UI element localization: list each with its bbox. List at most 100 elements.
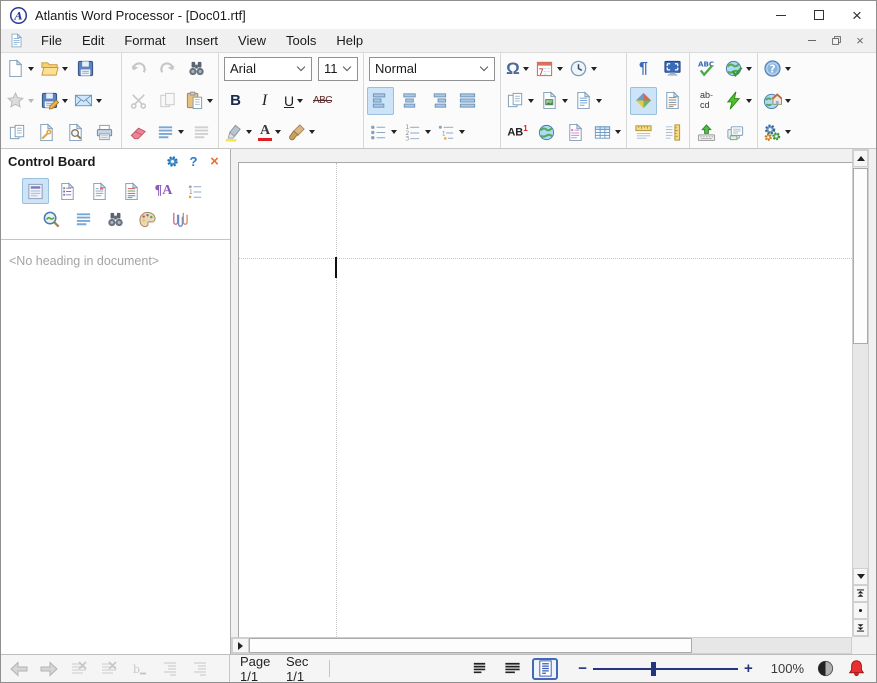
live-spellcheck-button[interactable]	[722, 55, 754, 83]
font-color-button[interactable]: A	[256, 118, 283, 146]
save-as-button[interactable]	[38, 87, 70, 115]
insert-document-button[interactable]	[572, 87, 604, 115]
documents-button[interactable]	[4, 118, 31, 146]
onscreen-keyboard-button[interactable]	[693, 118, 720, 146]
horizontal-scroll-thumb[interactable]	[249, 638, 692, 653]
full-screen-button[interactable]	[659, 55, 686, 83]
highlight-button[interactable]	[222, 118, 254, 146]
insert-file-button[interactable]	[504, 87, 536, 115]
print-preview-button[interactable]	[62, 118, 89, 146]
color-codes-button[interactable]	[659, 87, 686, 115]
autocorrect-button[interactable]	[722, 87, 754, 115]
italic-button[interactable]: I	[251, 87, 278, 115]
special-symbols-pane-button[interactable]: ¶A	[150, 178, 177, 204]
strikethrough-button[interactable]: ABC	[309, 87, 336, 115]
bullet-list-button[interactable]	[367, 118, 399, 146]
menu-tools[interactable]: Tools	[276, 29, 326, 53]
align-center-button[interactable]	[396, 87, 423, 115]
menu-file[interactable]: File	[31, 29, 72, 53]
control-board-settings-button[interactable]	[164, 153, 181, 170]
preview-pane-button[interactable]	[38, 206, 65, 232]
styles-pane-button[interactable]	[54, 178, 81, 204]
insert-field-button[interactable]	[562, 118, 589, 146]
scroll-up-button[interactable]	[853, 150, 868, 167]
doc-minimize-button[interactable]	[802, 33, 822, 49]
next-page-button[interactable]	[853, 619, 868, 636]
send-mail-button[interactable]	[72, 87, 104, 115]
bookmarks-pane-button[interactable]	[118, 178, 145, 204]
menu-format[interactable]: Format	[114, 29, 175, 53]
outline-pane-button[interactable]	[182, 178, 209, 204]
clipboard-pane-button[interactable]	[86, 178, 113, 204]
insert-footnote-button[interactable]: AB1	[504, 118, 531, 146]
format-painter-button[interactable]	[285, 118, 317, 146]
online-view-button[interactable]	[499, 658, 525, 680]
scroll-right-button[interactable]	[232, 638, 249, 653]
font-size-combo[interactable]: 11	[318, 57, 358, 81]
insert-symbol-button[interactable]: Ω	[504, 55, 531, 83]
control-board-toggle-button[interactable]	[630, 87, 657, 115]
menu-edit[interactable]: Edit	[72, 29, 114, 53]
formatting-marks-button[interactable]: ¶	[630, 55, 657, 83]
print-button[interactable]	[91, 118, 118, 146]
menu-view[interactable]: View	[228, 29, 276, 53]
zoom-out-button[interactable]: −	[572, 661, 593, 676]
appearance-pane-button[interactable]	[134, 206, 161, 232]
spellcheck-button[interactable]	[693, 55, 720, 83]
horizontal-scrollbar[interactable]	[231, 637, 852, 654]
previous-page-button[interactable]	[853, 585, 868, 602]
options-button[interactable]	[761, 118, 793, 146]
doc-close-button[interactable]: ×	[850, 33, 870, 49]
document-editor[interactable]	[231, 149, 876, 654]
control-board-close-button[interactable]: ×	[206, 153, 223, 170]
search-pane-button[interactable]	[102, 206, 129, 232]
paragraph-style-button[interactable]	[154, 118, 186, 146]
atlantis-website-button[interactable]	[761, 87, 793, 115]
align-left-button[interactable]	[367, 87, 394, 115]
underline-button[interactable]: U	[280, 87, 307, 115]
doc-restore-button[interactable]	[826, 33, 846, 49]
headings-pane-button[interactable]	[22, 178, 49, 204]
style-combo[interactable]: Normal	[369, 57, 495, 81]
insert-time-button[interactable]	[567, 55, 599, 83]
zoom-level[interactable]: 100%	[771, 661, 804, 676]
vertical-scrollbar[interactable]	[852, 149, 869, 637]
document-page[interactable]	[238, 162, 852, 637]
paragraphs-pane-button[interactable]	[70, 206, 97, 232]
bold-button[interactable]: B	[222, 87, 249, 115]
maximize-button[interactable]	[800, 2, 838, 29]
numbered-list-button[interactable]	[401, 118, 433, 146]
justify-button[interactable]	[454, 87, 481, 115]
document-properties-button[interactable]	[33, 118, 60, 146]
align-right-button[interactable]	[425, 87, 452, 115]
zoom-in-button[interactable]: +	[738, 661, 759, 676]
browse-object-button[interactable]	[853, 602, 868, 619]
scroll-down-button[interactable]	[853, 568, 868, 585]
insert-table-button[interactable]	[591, 118, 623, 146]
print-layout-button[interactable]	[532, 658, 558, 680]
draft-view-button[interactable]	[466, 658, 492, 680]
zoom-slider-thumb[interactable]	[651, 662, 656, 676]
zoom-slider[interactable]	[593, 668, 738, 670]
notification-bell-icon[interactable]	[847, 659, 866, 678]
erase-button[interactable]	[125, 118, 152, 146]
vertical-ruler-button[interactable]	[659, 118, 686, 146]
section-indicator[interactable]: Sec 1/1	[286, 654, 317, 683]
insert-hyperlink-button[interactable]	[533, 118, 560, 146]
menu-insert[interactable]: Insert	[176, 29, 229, 53]
menu-help[interactable]: Help	[326, 29, 373, 53]
multilevel-list-button[interactable]	[435, 118, 467, 146]
page-indicator[interactable]: Page 1/1	[240, 654, 276, 683]
insert-picture-button[interactable]	[538, 87, 570, 115]
help-button[interactable]	[761, 55, 793, 83]
horizontal-ruler-button[interactable]	[630, 118, 657, 146]
insert-date-button[interactable]	[533, 55, 565, 83]
document-overview-button[interactable]	[722, 118, 749, 146]
open-document-button[interactable]	[38, 55, 70, 83]
find-button[interactable]	[183, 55, 210, 83]
control-board-help-button[interactable]: ?	[185, 153, 202, 170]
close-button[interactable]: ×	[838, 2, 876, 29]
paste-button[interactable]	[183, 87, 215, 115]
save-button[interactable]	[72, 55, 99, 83]
contrast-icon[interactable]	[816, 659, 835, 678]
